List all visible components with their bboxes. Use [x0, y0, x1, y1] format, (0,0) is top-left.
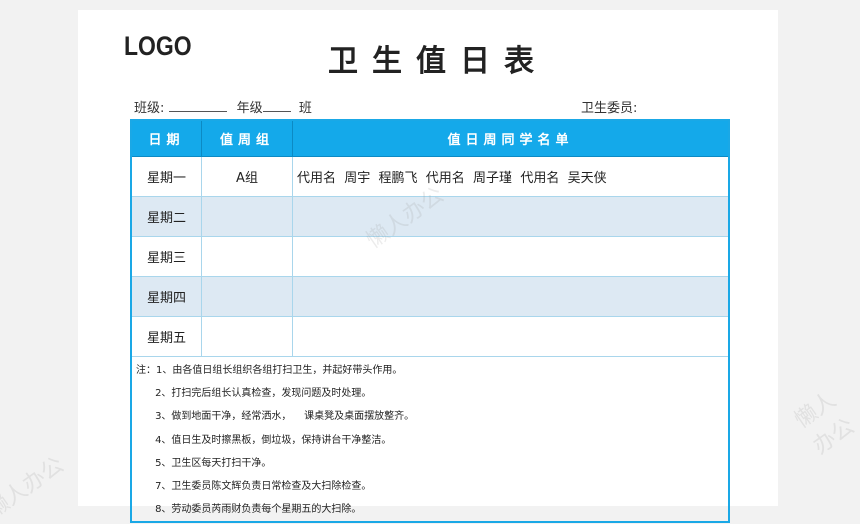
page-title: 卫生值日表 — [328, 44, 548, 79]
names-cell — [292, 196, 730, 237]
group-cell — [201, 276, 293, 317]
day-cell: 星期一 — [130, 156, 202, 197]
table-row: 星期五 — [130, 316, 730, 357]
committee-label: 卫生委员: — [581, 101, 638, 116]
note-item: 7、卫生委员陈文辉负责日常检查及大扫除检查。 — [136, 481, 372, 493]
names-cell: 代用名 周宇 程鹏飞 代用名 周子瑾 代用名 吴天侠 — [292, 156, 730, 197]
note-item: 2、打扫完后组长认真检查，发现问题及时处理。 — [136, 388, 372, 400]
ban-label: 班 — [298, 101, 312, 116]
note-item: 注：1、由各值日组长组织各组打扫卫生，并起好带头作用。 — [136, 365, 403, 376]
grade-label: 年级 — [236, 101, 263, 116]
table-row: 星期四 — [130, 276, 730, 317]
header-group: 值周组 — [201, 119, 293, 157]
notes-cell: 注：1、由各值日组长组织各组打扫卫生，并起好带头作用。 2、打扫完后组长认真检查… — [130, 356, 730, 523]
watermark: 懒人办公 — [790, 387, 860, 460]
table-row: 星期三 — [130, 236, 730, 277]
note-item: 8、劳动委员芮雨财负责每个星期五的大扫除。 — [136, 504, 362, 516]
class-field: 班级: 年级 班 — [134, 97, 312, 116]
class-blank — [168, 99, 227, 112]
names-cell — [292, 236, 730, 277]
day-cell: 星期三 — [130, 236, 202, 277]
day-cell: 星期二 — [130, 196, 202, 237]
note-item: 5、卫生区每天打扫干净。 — [136, 457, 272, 469]
header-date: 日期 — [130, 119, 202, 157]
table-header: 日期 值周组 值日周同学名单 — [130, 119, 730, 157]
group-cell — [201, 316, 293, 357]
grade-blank — [262, 99, 291, 112]
day-cell: 星期五 — [130, 316, 202, 357]
header-names: 值日周同学名单 — [292, 119, 730, 157]
names-cell — [292, 276, 730, 317]
class-label: 班级: — [134, 101, 165, 116]
day-cell: 星期四 — [130, 276, 202, 317]
group-cell — [201, 196, 293, 237]
note-item: 4、值日生及时擦黑板，倒垃圾，保持讲台干净整洁。 — [136, 434, 392, 446]
group-cell: A组 — [201, 156, 293, 197]
names-cell — [292, 316, 730, 357]
note-item: 3、做到地面干净，经常洒水， 课桌凳及桌面摆放整齐。 — [136, 411, 415, 423]
watermark: 懒人办公 — [0, 452, 69, 524]
group-cell — [201, 236, 293, 277]
notes-row: 注：1、由各值日组长组织各组打扫卫生，并起好带头作用。 2、打扫完后组长认真检查… — [130, 356, 730, 523]
